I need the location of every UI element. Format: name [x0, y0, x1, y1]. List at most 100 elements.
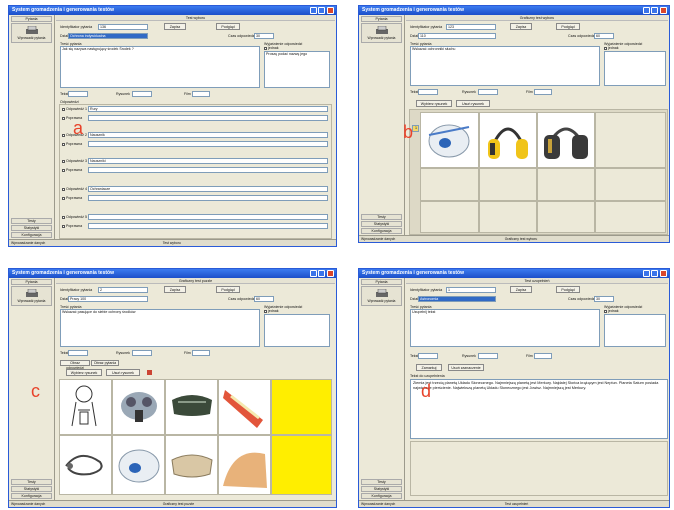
nav-testy[interactable]: Testy	[11, 218, 52, 224]
nav-statystyki[interactable]: Statystyki	[11, 486, 52, 492]
image-cell[interactable]	[595, 168, 666, 201]
jednak-checkbox[interactable]	[604, 309, 607, 313]
film-input[interactable]	[192, 91, 210, 97]
image-cell[interactable]	[165, 379, 218, 435]
answer-4-check[interactable]: Odpowiedź 4	[62, 187, 87, 191]
image-cell[interactable]	[479, 168, 537, 201]
dzial-input[interactable]: Pracy 100	[68, 296, 148, 302]
answer-media-3[interactable]	[88, 167, 328, 173]
edit-icon[interactable]	[146, 369, 153, 377]
tekst-input[interactable]	[68, 350, 88, 356]
id-input[interactable]: 1	[446, 287, 496, 293]
nav-pytania[interactable]: Pytania	[361, 279, 402, 285]
nav-konfiguracja[interactable]: Konfiguracja	[11, 493, 52, 499]
close-icon[interactable]	[660, 270, 667, 277]
save-button[interactable]: Zapisz	[164, 23, 186, 30]
image-cell[interactable]	[218, 379, 271, 435]
nav-pytania[interactable]: Pytania	[361, 16, 402, 22]
nav-testy[interactable]: Testy	[11, 479, 52, 485]
answer-media-4[interactable]	[88, 195, 328, 201]
answer-5-input[interactable]	[88, 214, 328, 220]
jednak-checkbox[interactable]	[264, 46, 267, 50]
image-cell[interactable]	[112, 435, 165, 495]
maximize-icon[interactable]	[651, 270, 658, 277]
nav-pytania[interactable]: Pytania	[11, 279, 52, 285]
image-cell[interactable]	[537, 112, 595, 168]
preview-button[interactable]: Podgląd	[216, 286, 240, 293]
image-cell[interactable]	[595, 201, 666, 233]
question-textarea[interactable]: Wskazać ochronniki słuchu	[410, 46, 600, 86]
nav-wprowadz[interactable]: Wprowadź pytania	[361, 23, 402, 43]
close-icon[interactable]	[327, 270, 334, 277]
answer-3-checkbox[interactable]	[62, 159, 65, 163]
film-input[interactable]	[534, 89, 552, 95]
explanation-textarea[interactable]	[264, 314, 330, 347]
explanation-textarea[interactable]: Proszę podać nazwę jego	[264, 51, 330, 88]
tekst-input[interactable]	[68, 91, 88, 97]
correct-4-check[interactable]: Poprawna	[62, 196, 82, 200]
maximize-icon[interactable]	[651, 7, 658, 14]
image-cell[interactable]	[479, 112, 537, 168]
dzial-input[interactable]: 110	[418, 33, 496, 39]
nav-konfiguracja[interactable]: Konfiguracja	[361, 493, 402, 499]
correct-5-check[interactable]: Poprawna	[62, 224, 82, 228]
answer-5-check[interactable]: Odpowiedź 5	[62, 215, 87, 219]
image-cell[interactable]	[420, 168, 479, 201]
answer-1-check[interactable]: Odpowiedź 1	[62, 107, 87, 111]
nav-wprowadz[interactable]: Wprowadź pytania	[361, 286, 402, 306]
correct-1-checkbox[interactable]	[62, 116, 65, 120]
correct-2-checkbox[interactable]	[62, 142, 65, 146]
minimize-icon[interactable]	[310, 270, 317, 277]
explanation-textarea[interactable]	[604, 314, 666, 347]
answer-5-checkbox[interactable]	[62, 215, 65, 219]
row-marker[interactable]: 1	[412, 125, 419, 132]
answer-2-checkbox[interactable]	[62, 133, 65, 137]
minimize-icon[interactable]	[643, 270, 650, 277]
answer-4-input[interactable]: Ochraniacze	[88, 186, 328, 192]
tekst-input[interactable]	[418, 89, 438, 95]
correct-3-checkbox[interactable]	[62, 168, 65, 172]
czas-input[interactable]: 60	[594, 33, 614, 39]
tekst-input[interactable]	[418, 353, 438, 359]
correct-3-check[interactable]: Poprawna	[62, 168, 82, 172]
preview-button[interactable]: Podgląd	[556, 23, 580, 30]
image-cell[interactable]	[420, 201, 479, 233]
fill-text-area[interactable]: Ziemia jest trzecią planetą Układu Słone…	[410, 379, 668, 439]
film-input[interactable]	[534, 353, 552, 359]
nav-konfiguracja[interactable]: Konfiguracja	[11, 232, 52, 238]
question-textarea[interactable]: Uzupełnij tekst	[410, 309, 600, 347]
jednak-check[interactable]: jednak	[604, 46, 619, 50]
image-cell[interactable]	[59, 435, 112, 495]
nav-konfiguracja[interactable]: Konfiguracja	[361, 228, 402, 234]
nav-pytania[interactable]: Pytania	[11, 16, 52, 22]
nav-statystyki[interactable]: Statystyki	[361, 486, 402, 492]
answer-media-5[interactable]	[88, 223, 328, 229]
dzial-input[interactable]: Ochrona indywidualna	[68, 33, 148, 39]
image-cell[interactable]	[271, 435, 332, 495]
explanation-textarea[interactable]	[604, 51, 666, 86]
save-button[interactable]: Zapisz	[164, 286, 186, 293]
answer-3-check[interactable]: Odpowiedź 3	[62, 159, 87, 163]
tab-question-image[interactable]: Obraz pytania	[91, 360, 119, 366]
nav-testy[interactable]: Testy	[361, 214, 402, 220]
tab-answer-image[interactable]: Obraz odpowiedzi	[60, 360, 90, 370]
question-textarea[interactable]: Wskazać pasujące do siebie ochrony środk…	[60, 309, 260, 347]
preview-button[interactable]: Podgląd	[216, 23, 240, 30]
save-button[interactable]: Zapisz	[510, 286, 532, 293]
choose-image-button[interactable]: Wybierz rysunek	[416, 100, 452, 107]
image-cell[interactable]	[537, 201, 595, 233]
nav-testy[interactable]: Testy	[361, 479, 402, 485]
image-cell[interactable]	[479, 201, 537, 233]
nav-wprowadz[interactable]: Wprowadź pytania	[11, 286, 52, 306]
answer-1-checkbox[interactable]	[62, 107, 65, 111]
jednak-checkbox[interactable]	[264, 309, 267, 313]
close-icon[interactable]	[327, 7, 334, 14]
rysunek-input[interactable]	[132, 350, 152, 356]
answer-media-1[interactable]	[88, 115, 328, 121]
rysunek-input[interactable]	[478, 353, 498, 359]
jednak-check[interactable]: jednak	[264, 309, 279, 313]
jednak-check[interactable]: jednak	[604, 309, 619, 313]
image-cell[interactable]	[271, 379, 332, 435]
answer-3-input[interactable]: Nauszniki	[88, 158, 328, 164]
czas-input[interactable]: 60	[254, 296, 274, 302]
